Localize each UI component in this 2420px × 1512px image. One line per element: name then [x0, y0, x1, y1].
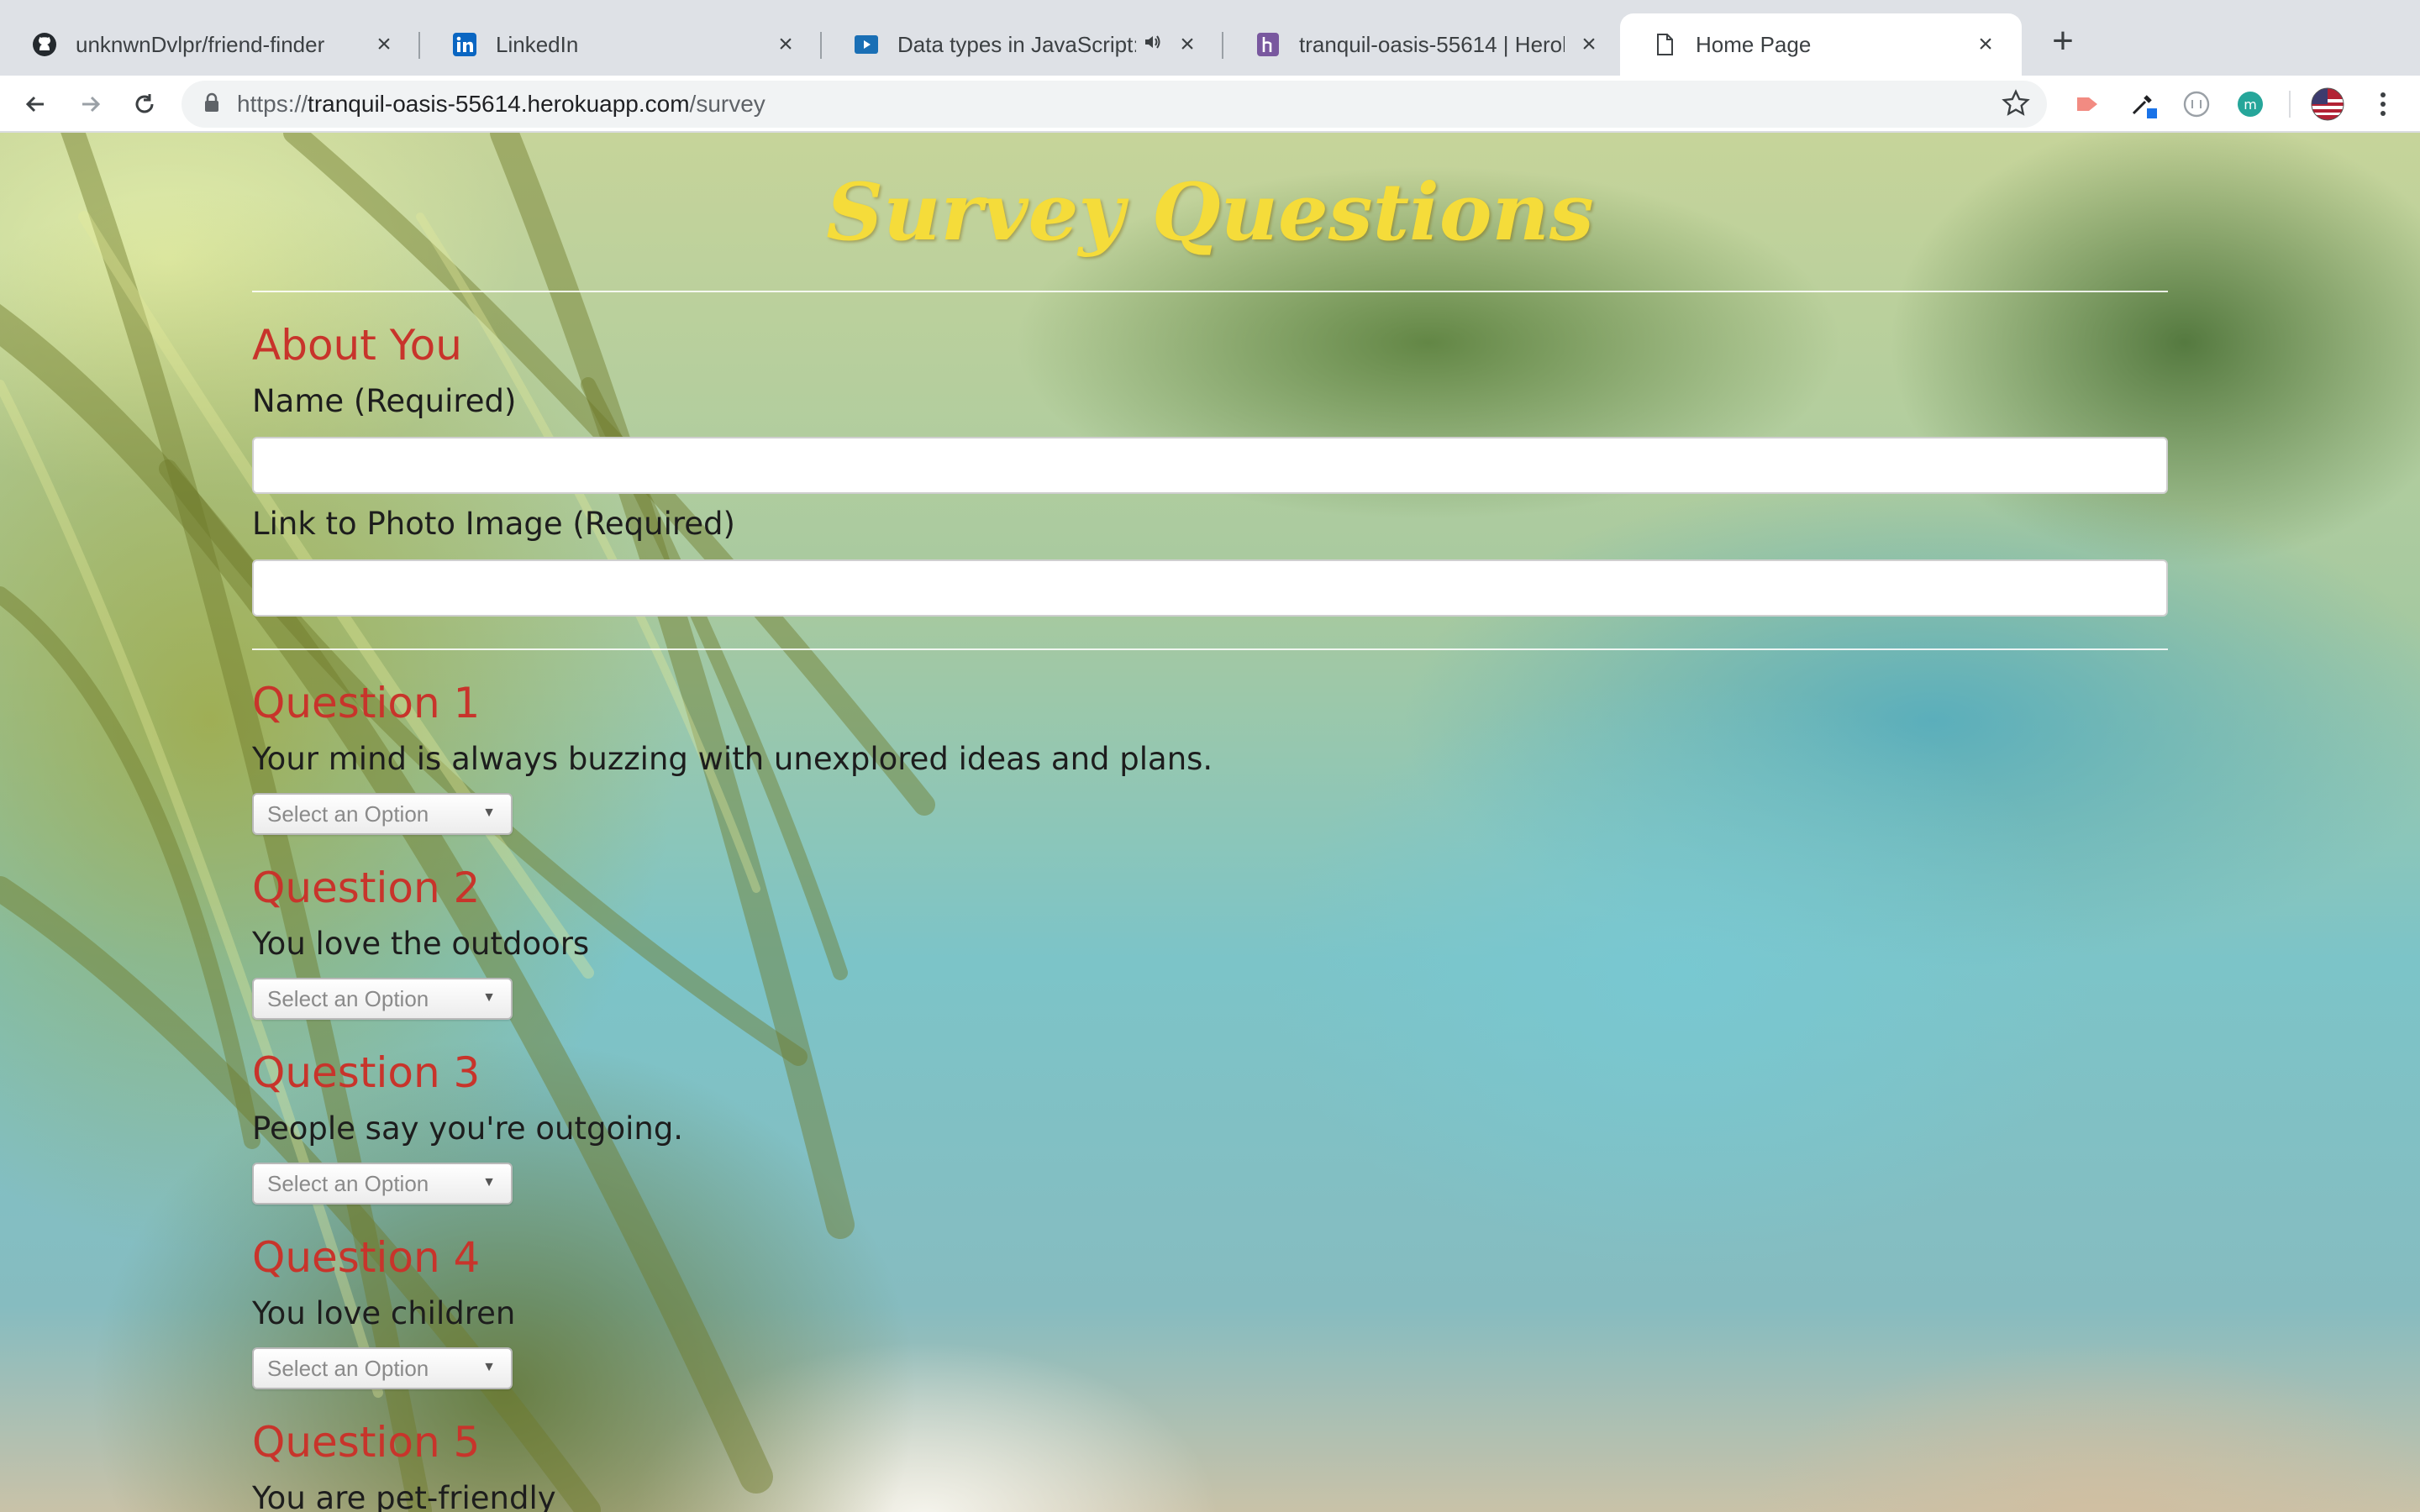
heroku-icon — [1255, 32, 1281, 57]
eyedropper-extension-icon[interactable] — [2126, 87, 2160, 121]
url-path: /survey — [689, 91, 765, 117]
extension-icon-teal[interactable]: m — [2233, 87, 2267, 121]
close-icon[interactable]: × — [1973, 30, 1998, 59]
video-play-icon — [854, 32, 879, 57]
back-button[interactable] — [17, 86, 54, 123]
tab-home-page[interactable]: Home Page × — [1620, 13, 2022, 76]
about-you-heading: About You — [252, 321, 462, 370]
speaker-icon[interactable] — [1143, 32, 1163, 57]
tab-strip: unknwnDvlpr/friend-finder × LinkedIn × D… — [0, 0, 2420, 76]
github-icon — [32, 32, 57, 57]
forward-button[interactable] — [72, 86, 109, 123]
photo-link-label: Link to Photo Image (Required) — [252, 506, 735, 542]
reload-button[interactable] — [126, 86, 163, 123]
profile-avatar[interactable] — [2311, 87, 2344, 121]
tab-title: unknwnDvlpr/friend-finder — [76, 31, 325, 57]
page-title: Survey Questions — [826, 166, 1594, 259]
select-placeholder: Select an Option — [267, 801, 429, 827]
page-icon — [1652, 32, 1677, 57]
tab-linkedin[interactable]: LinkedIn × — [420, 13, 822, 76]
tab-title: tranquil-oasis-55614 | Heroku — [1299, 31, 1565, 57]
tab-title: LinkedIn — [496, 31, 579, 57]
tab-heroku[interactable]: tranquil-oasis-55614 | Heroku × — [1223, 13, 1625, 76]
question-4-select[interactable]: Select an Option ▼ — [252, 1347, 513, 1389]
close-icon[interactable]: × — [371, 30, 397, 59]
extension-icon-red[interactable] — [2070, 87, 2104, 121]
tab-github[interactable]: unknwnDvlpr/friend-finder × — [0, 13, 420, 76]
name-label: Name (Required) — [252, 383, 517, 419]
question-4-text: You love children — [252, 1295, 516, 1331]
select-placeholder: Select an Option — [267, 1355, 429, 1381]
question-1-select[interactable]: Select an Option ▼ — [252, 793, 513, 835]
dropdown-arrow-icon: ▼ — [482, 1360, 496, 1374]
close-icon[interactable]: × — [773, 30, 798, 59]
select-placeholder: Select an Option — [267, 1170, 429, 1196]
question-1-text: Your mind is always buzzing with unexplo… — [252, 741, 1213, 777]
question-5-text: You are pet-friendly — [252, 1480, 556, 1512]
question-3-heading: Question 3 — [252, 1048, 481, 1097]
new-tab-button[interactable]: + — [2042, 20, 2084, 62]
linkedin-icon — [452, 32, 477, 57]
divider — [252, 648, 2168, 650]
question-2-text: You love the outdoors — [252, 926, 590, 962]
menu-kebab-icon[interactable] — [2366, 87, 2400, 121]
question-4-heading: Question 4 — [252, 1233, 481, 1282]
close-icon[interactable]: × — [1175, 30, 1200, 59]
back-arrow-icon — [25, 96, 44, 113]
dropdown-arrow-icon: ▼ — [482, 1175, 496, 1189]
question-3-select[interactable]: Select an Option ▼ — [252, 1163, 513, 1205]
select-placeholder: Select an Option — [267, 985, 429, 1011]
forward-arrow-icon — [82, 96, 101, 113]
bookmark-star-icon[interactable] — [2002, 89, 2030, 122]
url-text: https://tranquil-oasis-55614.herokuapp.c… — [237, 91, 765, 118]
browser-toolbar: https://tranquil-oasis-55614.herokuapp.c… — [0, 76, 2420, 133]
tab-javascript-video[interactable]: Data types in JavaScript: Ja × — [822, 13, 1223, 76]
question-2-select[interactable]: Select an Option ▼ — [252, 978, 513, 1020]
reload-icon — [135, 94, 154, 113]
page-viewport: Survey Questions About You Name (Require… — [0, 133, 2420, 1512]
name-input[interactable] — [252, 437, 2168, 494]
extension-icon-outline[interactable] — [2180, 87, 2213, 121]
address-bar[interactable]: https://tranquil-oasis-55614.herokuapp.c… — [182, 81, 2047, 128]
url-scheme: https:// — [237, 91, 308, 117]
tab-title: Data types in JavaScript: Ja — [897, 31, 1136, 57]
svg-text:m: m — [2244, 97, 2257, 113]
question-5-heading: Question 5 — [252, 1418, 481, 1467]
url-host: tranquil-oasis-55614.herokuapp.com — [308, 91, 690, 117]
dropdown-arrow-icon: ▼ — [482, 806, 496, 820]
close-icon[interactable]: × — [1576, 30, 1602, 59]
tab-title: Home Page — [1696, 31, 1812, 57]
dropdown-arrow-icon: ▼ — [482, 990, 496, 1005]
lock-icon — [203, 92, 220, 117]
question-2-heading: Question 2 — [252, 864, 481, 912]
question-3-text: People say you're outgoing. — [252, 1110, 684, 1147]
photo-link-input[interactable] — [252, 559, 2168, 617]
divider — [252, 291, 2168, 292]
question-1-heading: Question 1 — [252, 679, 481, 727]
